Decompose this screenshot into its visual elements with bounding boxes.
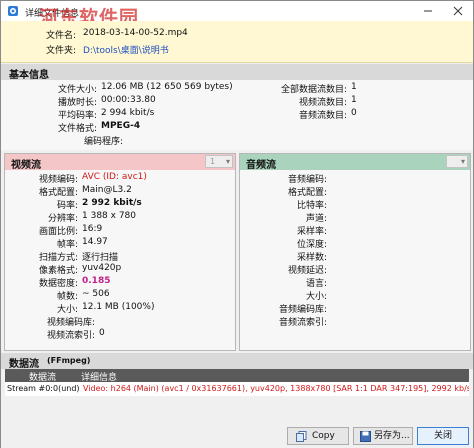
title-bar: 详细文件信息 河东软件园 [1, 1, 473, 29]
video-value: AVC (ID: avc1) [82, 172, 147, 182]
video-value: 0 [99, 328, 105, 338]
audio-label: 声道: [305, 214, 327, 224]
video-value: 2 992 kbit/s [82, 198, 142, 208]
data-stream-title: 数据流 [9, 359, 39, 370]
audio-stream-panel: 音频流 ▾ 音频编码: 格式配置: 比特率: 声道: 采样率: 位深度: 采样数… [239, 153, 471, 351]
video-label: 码率: [56, 201, 78, 211]
audio-label: 采样率: [296, 227, 327, 237]
audio-label: 音频编码: [287, 175, 327, 185]
basic-info-title: 基本信息 [9, 70, 49, 81]
stream-id-cell: Stream #0:0(und) [7, 384, 80, 393]
audio-stream-select[interactable]: ▾ [446, 155, 468, 168]
file-info-window: 详细文件信息 河东软件园 文件名: 2018-03-14-00-52.mp4 文… [0, 0, 474, 448]
stream-detail-cell-wrap: Video: h264 (Main) (avc1 / 0x31637661), … [81, 382, 469, 396]
basic-info-body: 文件大小: 12.06 MB (12 650 569 bytes) 播放时长: 00… [1, 80, 473, 150]
minimize-button[interactable] [413, 1, 443, 21]
basic-value: 2 994 kbit/s [101, 108, 155, 118]
video-stream-select-value: 1 [210, 157, 216, 166]
basic-value: 0 [351, 108, 357, 118]
basic-label: 平均码率: [57, 111, 97, 121]
audio-rows: 音频编码: 格式配置: 比特率: 声道: 采样率: 位深度: 采样数: 视频延迟… [240, 170, 470, 350]
video-value: ~ 506 [82, 289, 110, 299]
audio-label: 采样数: [296, 253, 327, 263]
save-as-button-label: 另存为... [374, 431, 410, 441]
basic-label: 文件大小: [57, 85, 97, 95]
audio-panel-header: 音频流 ▾ [240, 154, 470, 171]
file-name-value: 2018-03-14-00-52.mp4 [83, 28, 188, 38]
video-value: 逐行扫描 [82, 253, 119, 263]
video-label: 视频编码: [38, 175, 78, 185]
file-name-label: 文件名: [45, 31, 76, 41]
video-value: yuv420p [82, 263, 122, 273]
close-button-label: 关闭 [433, 431, 452, 441]
audio-label: 格式配置: [287, 188, 327, 198]
video-label: 像素格式: [38, 266, 78, 276]
copy-icon [296, 431, 307, 442]
button-bar: Copy 另存为... 关闭 [1, 424, 473, 448]
basic-label: 全部数据流数目: [280, 85, 347, 95]
app-icon [8, 6, 18, 16]
folder-row: 文件夹: D:\tools\桌面\说明书 [1, 43, 471, 57]
video-label: 视频流索引: [46, 331, 95, 341]
audio-panel-title: 音频流 [246, 160, 276, 171]
video-label: 画面比例: [38, 227, 78, 237]
video-rows: 视频编码: AVC (ID: avc1) 格式配置: Main@L3.2 码率: 2 … [5, 170, 235, 350]
basic-label: 视频流数目: [298, 98, 347, 108]
minimize-icon [424, 10, 432, 12]
basic-label: 文件格式: [57, 124, 97, 134]
video-value: 16:9 [82, 224, 103, 234]
basic-info-header: 基本信息 [1, 64, 473, 81]
data-stream-header: 数据流 (FFmpeg) [1, 353, 473, 370]
audio-label: 音频流索引: [278, 318, 327, 328]
audio-label: 大小: [305, 292, 327, 302]
save-as-button[interactable]: 另存为... [353, 427, 413, 445]
copy-button-label: Copy [312, 431, 335, 441]
close-button[interactable]: 关闭 [417, 427, 469, 445]
basic-value: 1 [351, 95, 357, 105]
audio-label: 音频编码库: [278, 305, 327, 315]
basic-label: 音频流数目: [298, 111, 347, 121]
video-panel-title: 视频流 [11, 160, 41, 171]
video-value: 14.97 [82, 237, 108, 247]
video-value: 1 388 x 780 [82, 211, 136, 221]
basic-value: 1 [351, 82, 357, 92]
video-value: Main@L3.2 [82, 185, 132, 195]
video-label: 格式配置: [38, 188, 78, 198]
video-label: 分辨率: [47, 214, 78, 224]
copy-button[interactable]: Copy [287, 427, 349, 445]
table-row[interactable]: Stream #0:0(und) Video: h264 (Main) (avc… [5, 382, 469, 396]
file-header: 文件名: 2018-03-14-00-52.mp4 文件夹: D:\tools\… [1, 21, 473, 63]
video-panel-header: 视频流 1 ▾ [5, 154, 235, 171]
basic-value: 12.06 MB (12 650 569 bytes) [101, 82, 233, 92]
chevron-down-icon: ▾ [460, 157, 465, 166]
audio-label: 位深度: [296, 240, 327, 250]
folder-link[interactable]: D:\tools\桌面\说明书 [83, 43, 169, 56]
basic-value: MPEG-4 [101, 121, 141, 131]
video-stream-select[interactable]: 1 ▾ [205, 155, 233, 168]
video-value: 0.185 [82, 276, 111, 286]
video-value: 12.1 MB (100%) [82, 302, 155, 312]
folder-label: 文件夹: [45, 46, 76, 56]
video-label: 帧率: [56, 240, 78, 250]
basic-label: 编码程序: [83, 137, 123, 147]
stream-grid-header: 数据流 详细信息 [5, 369, 469, 383]
basic-value: 00:00:33.80 [101, 95, 156, 105]
video-label: 数据密度: [38, 279, 78, 289]
video-stream-panel: 视频流 1 ▾ 视频编码: AVC (ID: avc1) 格式配置: Main@L3… [4, 153, 236, 351]
close-window-button[interactable] [443, 1, 473, 21]
video-label: 扫描方式: [38, 253, 78, 263]
save-icon [360, 431, 371, 442]
video-label: 大小: [56, 305, 78, 315]
video-label: 帧数: [56, 292, 78, 302]
basic-label: 播放时长: [57, 98, 97, 108]
close-icon [453, 6, 463, 16]
audio-label: 语言: [305, 279, 327, 289]
data-stream-subtitle: (FFmpeg) [47, 356, 91, 365]
video-label: 视频编码库: [46, 318, 95, 328]
audio-label: 比特率: [296, 201, 327, 211]
audio-label: 视频延迟: [287, 266, 327, 276]
file-name-row: 文件名: 2018-03-14-00-52.mp4 [1, 28, 471, 42]
stream-detail-cell: Video: h264 (Main) (avc1 / 0x31637661), … [83, 384, 469, 393]
chevron-down-icon: ▾ [225, 157, 230, 166]
